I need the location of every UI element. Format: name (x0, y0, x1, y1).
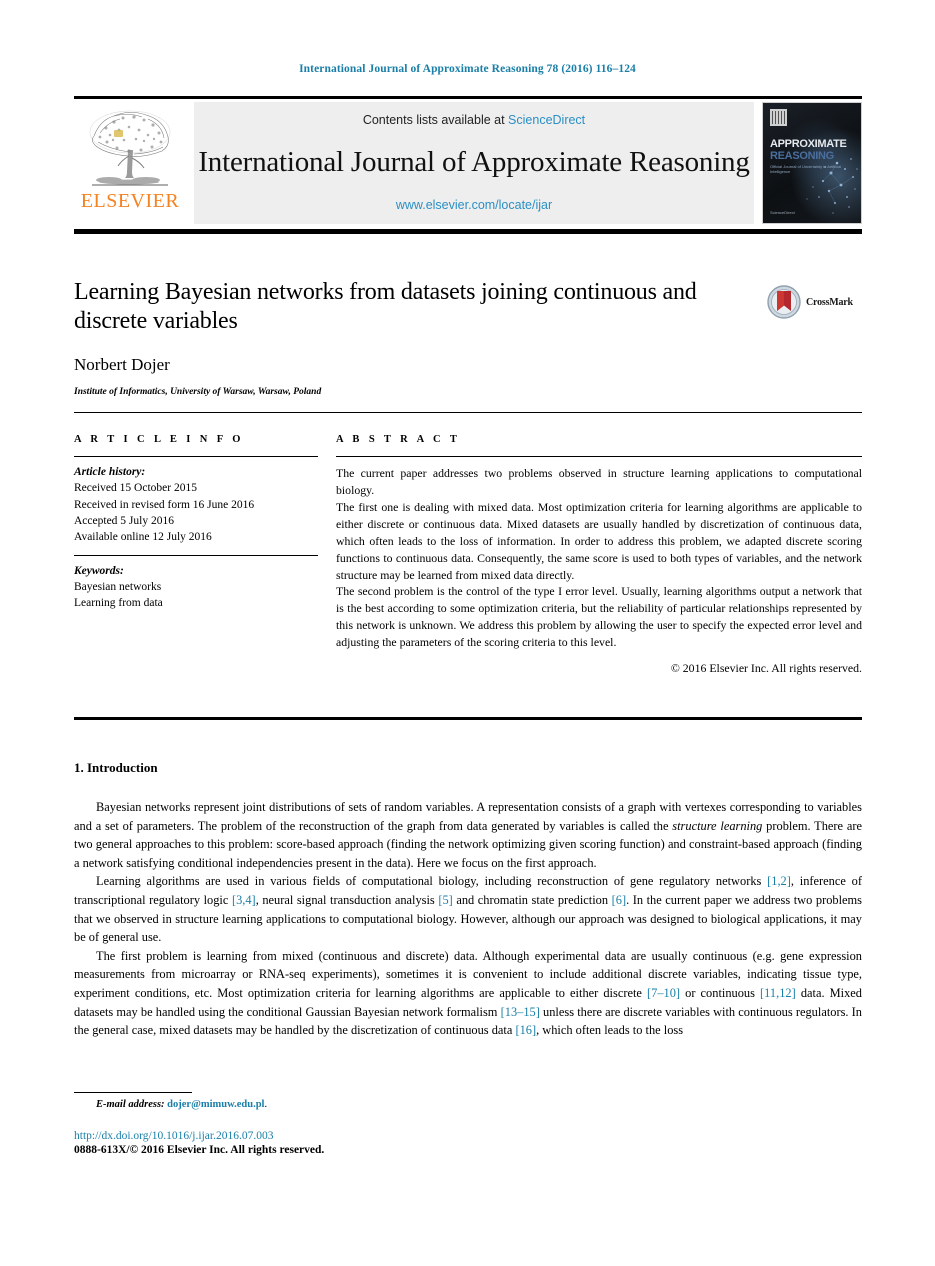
masthead-top-rule (74, 96, 862, 99)
journal-masthead: ELSEVIER Contents lists available at Sci… (74, 96, 862, 236)
body-paragraph: Learning algorithms are used in various … (74, 872, 862, 946)
article-body: 1. Introduction Bayesian networks repres… (74, 760, 862, 1040)
crossmark-icon (767, 285, 801, 319)
abstract-paragraph: The current paper addresses two problems… (336, 466, 862, 498)
article-info-heading-rule (74, 456, 318, 458)
history-item: Accepted 5 July 2016 (74, 514, 174, 527)
email-label: E-mail address: (96, 1099, 165, 1111)
masthead-body: ELSEVIER Contents lists available at Sci… (74, 102, 862, 224)
abstract-heading: A B S T R A C T (336, 434, 461, 445)
abstract-column: A B S T R A C T The current paper addres… (336, 434, 862, 676)
email-link[interactable]: dojer@mimuw.edu.pl (167, 1099, 264, 1110)
paper-page: International Journal of Approximate Rea… (0, 0, 935, 1266)
article-title-block: Learning Bayesian networks from datasets… (74, 278, 862, 397)
cover-tagline: Official Journal of Uncertainty in Artif… (770, 164, 842, 174)
author-affiliation: Institute of Informatics, University of … (74, 386, 322, 397)
contents-list-line: Contents lists available at ScienceDirec… (363, 113, 585, 127)
citation-link[interactable]: [11,12] (760, 986, 796, 1000)
abstract-copyright: © 2016 Elsevier Inc. All rights reserved… (670, 660, 862, 675)
citation-link[interactable]: [13–15] (501, 1005, 540, 1019)
citation-link[interactable]: [7–10] (647, 986, 680, 1000)
corresponding-email-line: E-mail address: dojer@mimuw.edu.pl. (74, 1099, 474, 1110)
body-text: and chromatin state prediction (452, 893, 612, 908)
crossmark-badge[interactable]: CrossMark (766, 282, 862, 322)
journal-banner: Contents lists available at ScienceDirec… (194, 102, 754, 224)
footnote-rule (74, 1092, 192, 1094)
body-text: , which often leads to the loss (536, 1023, 684, 1038)
body-paragraph: The first problem is learning from mixed… (74, 947, 862, 1040)
article-info-divider-rule (74, 554, 318, 557)
page-footer: E-mail address: dojer@mimuw.edu.pl. http… (74, 1092, 474, 1156)
contents-prefix: Contents lists available at (362, 113, 509, 127)
keywords-label: Keywords: (74, 565, 124, 578)
journal-cover-thumbnail: APPROXIMATE REASONING Official Journal o… (762, 102, 862, 224)
elsevier-tree-icon (89, 110, 171, 186)
emphasis-text: structure learning (672, 818, 763, 833)
citation-link[interactable]: [6] (612, 893, 626, 907)
crossmark-label: CrossMark (806, 296, 853, 308)
abstract-heading-rule (336, 456, 862, 458)
cover-title-main: APPROXIMATE (770, 138, 847, 150)
sciencedirect-link[interactable]: ScienceDirect (508, 113, 585, 127)
cover-title-sub: REASONING (770, 150, 834, 162)
journal-homepage-link[interactable]: www.elsevier.com/locate/ijar (396, 198, 552, 212)
keywords-group: Keywords: Bayesian networks Learning fro… (74, 563, 318, 611)
abstract-paragraph: The second problem is the control of the… (336, 584, 862, 649)
body-text: , neural signal transduction analysis (255, 893, 439, 908)
running-head: International Journal of Approximate Rea… (299, 63, 636, 75)
history-item: Received in revised form 16 June 2016 (74, 498, 255, 511)
article-history-label: Article history: (74, 466, 146, 479)
history-item: Available online 12 July 2016 (74, 530, 212, 543)
citation-link[interactable]: [1,2] (767, 874, 791, 888)
abstract-paragraph: The first one is dealing with mixed data… (336, 500, 862, 582)
body-text: Learning algorithms are used in various … (96, 874, 768, 889)
keyword-item: Bayesian networks (74, 581, 162, 594)
journal-title: International Journal of Approximate Rea… (198, 146, 750, 179)
keyword-item: Learning from data (74, 597, 163, 610)
issn-copyright-line: 0888-613X/© 2016 Elsevier Inc. All right… (74, 1144, 325, 1157)
citation-link[interactable]: [5] (438, 893, 452, 907)
cover-footer-text: ScienceDirect (770, 210, 795, 215)
body-paragraph: Bayesian networks represent joint distri… (74, 798, 862, 872)
abstract-body: The current paper addresses two problems… (336, 465, 862, 650)
author-name: Norbert Dojer (74, 354, 170, 374)
citation-link[interactable]: [16] (515, 1023, 536, 1037)
elsevier-wordmark: ELSEVIER (80, 190, 180, 212)
citation-link[interactable]: [3,4] (232, 893, 256, 907)
email-suffix: . (264, 1099, 268, 1111)
cover-elsevier-mark-icon (770, 109, 787, 126)
history-item: Received 15 October 2015 (74, 482, 197, 495)
info-abstract-row: A R T I C L E I N F O Article history: R… (74, 434, 862, 676)
page-title: Learning Bayesian networks from datasets… (74, 279, 697, 334)
abstract-bottom-rule (74, 717, 862, 720)
article-history-group: Article history: Received 15 October 201… (74, 464, 318, 544)
article-info-heading: A R T I C L E I N F O (74, 434, 244, 445)
masthead-bottom-rule (74, 229, 862, 234)
doi-link[interactable]: http://dx.doi.org/10.1016/j.ijar.2016.07… (74, 1130, 474, 1142)
article-info-column: A R T I C L E I N F O Article history: R… (74, 434, 336, 676)
section-heading-introduction: 1. Introduction (74, 760, 158, 775)
title-separator-rule (74, 412, 862, 414)
body-text: or continuous (680, 986, 761, 1001)
elsevier-logo: ELSEVIER (74, 102, 186, 224)
